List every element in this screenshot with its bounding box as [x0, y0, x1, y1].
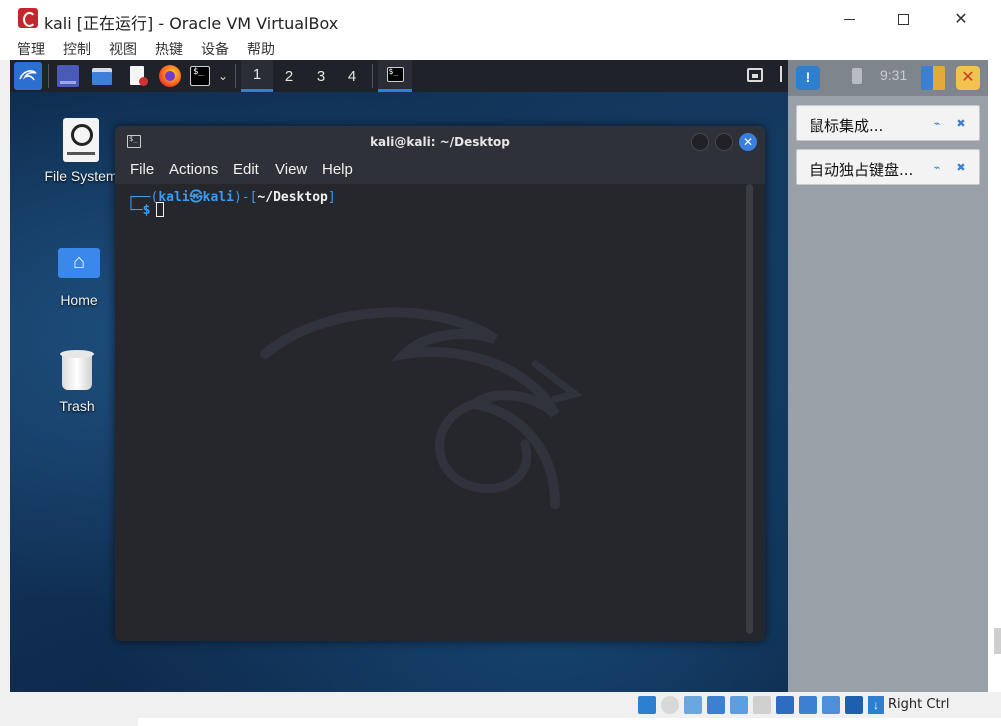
workspace-4[interactable]: 4	[336, 60, 368, 92]
terminal-output[interactable]: ┌──(kali㉿kali)-[~/Desktop] └─$	[115, 184, 765, 641]
keyboard-capture-icon[interactable]	[845, 696, 863, 714]
prompt-line-2: └─$	[127, 202, 165, 218]
menu-manage[interactable]: 管理	[17, 39, 45, 59]
file-manager-icon[interactable]	[91, 65, 113, 87]
workspace-3[interactable]: 3	[305, 60, 337, 92]
host-key-label: Right Ctrl	[888, 697, 950, 712]
optical-drive-icon[interactable]	[661, 696, 679, 714]
terminal-menu-view[interactable]: View	[275, 161, 307, 178]
terminal-titlebar[interactable]: $_ kali@kali: ~/Desktop ✕	[115, 126, 765, 158]
terminal-maximize-button[interactable]	[715, 133, 733, 151]
drive-icon	[63, 118, 99, 162]
message-icon[interactable]: !	[796, 66, 820, 90]
terminal-menubar: File Actions Edit View Help	[115, 158, 765, 184]
prompt-directory: ~/Desktop	[257, 190, 328, 205]
virtualbox-app-icon	[18, 8, 38, 28]
resize-grip[interactable]	[994, 628, 1001, 654]
window-title: kali [正在运行] - Oracle VM VirtualBox	[44, 14, 339, 33]
vm-screen[interactable]: $_ ⌄ 1 2 3 4 $_ File System Home Trash $…	[10, 60, 988, 692]
terminal-close-button[interactable]: ✕	[739, 133, 757, 151]
terminal-menu-help[interactable]: Help	[322, 161, 353, 178]
menu-view[interactable]: 视图	[109, 39, 137, 59]
notification-keyboard-capture[interactable]: 自动独占键盘... ⌁ ✖	[796, 149, 980, 185]
terminal-menu-actions[interactable]: Actions	[169, 161, 218, 178]
chevron-down-icon[interactable]: ⌄	[216, 66, 230, 86]
window-right-border	[988, 60, 1001, 692]
kali-dragon-watermark-icon	[260, 307, 583, 509]
taskbar-terminal-button[interactable]: $_	[378, 60, 412, 92]
notification-dismiss-icon[interactable]: ✖	[955, 118, 967, 130]
workspace-1[interactable]: 1	[241, 60, 273, 92]
terminal-window[interactable]: $_ kali@kali: ~/Desktop ✕ File Actions E…	[115, 126, 765, 641]
kali-top-panel: $_ ⌄ 1 2 3 4 $_	[10, 60, 788, 92]
notification-text: 鼠标集成...	[809, 117, 884, 135]
vbox-menubar: 管理 控制 视图 热键 设备 帮助	[0, 38, 1001, 60]
trash-icon	[60, 348, 94, 392]
close-button[interactable]: ✕	[938, 4, 984, 34]
menu-control[interactable]: 控制	[63, 39, 91, 59]
vbox-indicator-strip: ! 9:31 ✕	[788, 60, 988, 96]
panel-separator	[48, 64, 49, 88]
terminal-cursor	[156, 202, 165, 217]
notification-text: 自动独占键盘...	[809, 161, 914, 179]
vbox-notification-area: ! 9:31 ✕ 鼠标集成... ⌁ ✖ 自动独占键盘... ⌁ ✖	[788, 60, 988, 692]
terminal-menu-edit[interactable]: Edit	[233, 161, 259, 178]
terminal-launcher-icon[interactable]: $_	[190, 66, 210, 86]
kali-logo-icon	[19, 70, 37, 81]
usb-icon[interactable]	[730, 696, 748, 714]
notification-mouse-integration[interactable]: 鼠标集成... ⌁ ✖	[796, 105, 980, 141]
display-icon[interactable]	[776, 696, 794, 714]
close-icon: ✕	[954, 11, 968, 28]
menu-devices[interactable]: 设备	[201, 39, 229, 59]
panel-separator	[372, 64, 373, 88]
menu-help[interactable]: 帮助	[247, 39, 275, 59]
cpu-indicator-icon	[921, 66, 945, 90]
statusbar-bottom-edge	[138, 718, 1001, 726]
shared-folders-icon[interactable]	[753, 696, 771, 714]
video-capture-icon[interactable]	[799, 696, 817, 714]
maximize-icon	[897, 13, 909, 25]
minimize-icon	[843, 18, 855, 20]
audio-icon[interactable]	[684, 696, 702, 714]
workspace-2[interactable]: 2	[273, 60, 305, 92]
terminal-minimize-button[interactable]	[691, 133, 709, 151]
panel-separator	[235, 64, 236, 88]
show-desktop-icon[interactable]	[57, 65, 79, 87]
hard-disk-icon[interactable]	[638, 696, 656, 714]
home-folder-icon	[58, 248, 100, 278]
close-notifications-icon[interactable]: ✕	[956, 66, 980, 90]
battery-icon	[852, 68, 862, 84]
prompt-user: kali㉿kali	[158, 190, 234, 205]
terminal-menu-file[interactable]: File	[130, 161, 154, 178]
maximize-button[interactable]	[880, 4, 926, 34]
clock-time: 9:31	[880, 67, 908, 83]
notification-info-icon[interactable]: ⌁	[931, 162, 943, 174]
notification-info-icon[interactable]: ⌁	[931, 118, 943, 130]
minimize-button[interactable]	[826, 4, 872, 34]
network-adapter-icon[interactable]	[707, 696, 725, 714]
vbox-statusbar: ↓ Right Ctrl	[0, 692, 1001, 726]
notification-dismiss-icon[interactable]: ✖	[955, 162, 967, 174]
prompt-symbol: $	[142, 203, 151, 218]
firefox-icon[interactable]	[159, 65, 181, 87]
drag-and-drop-icon[interactable]	[822, 696, 840, 714]
network-icon[interactable]	[747, 68, 763, 82]
window-titlebar: kali [正在运行] - Oracle VM VirtualBox ✕	[0, 0, 1001, 38]
terminal-title: kali@kali: ~/Desktop	[370, 135, 510, 149]
terminal-scrollbar[interactable]	[746, 184, 753, 634]
text-editor-icon[interactable]	[127, 65, 149, 87]
kali-menu-button[interactable]	[14, 62, 42, 90]
menu-hotkey[interactable]: 热键	[155, 39, 183, 59]
terminal-icon: $_	[386, 67, 404, 82]
arrow-down-icon[interactable]: ↓	[868, 696, 884, 714]
